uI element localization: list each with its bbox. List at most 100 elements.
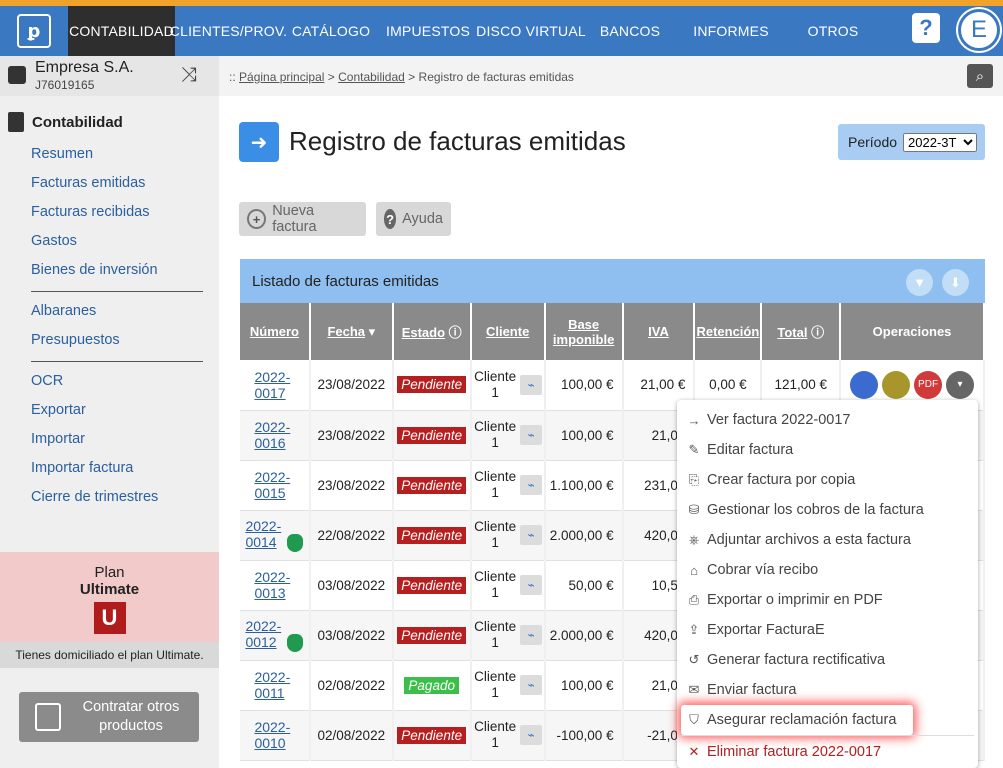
col-estado[interactable]: Estado ⓘ [392,303,472,360]
col-numero[interactable]: Número [240,303,311,360]
menu-item[interactable]: ⎘ Crear factura por copia [681,465,974,495]
base-imponible: 100,00 € [544,360,624,411]
base-imponible: 2.000,00 € [544,610,624,661]
invoice-number-link[interactable]: 2022-0017 [254,369,294,401]
col-retencion[interactable]: Retención [694,303,763,360]
search-icon[interactable]: ⌕ [967,64,993,88]
sidebar-item-resumen[interactable]: Resumen [31,146,93,162]
nav-clientes-prov[interactable]: CLIENTES/PROV. [170,6,287,56]
menu-item[interactable]: ✎ Editar factura [681,435,974,465]
menu-item[interactable]: ✕ Eliminar factura 2022-0017 [681,737,974,767]
sidebar-item-cierre-trimestres[interactable]: Cierre de trimestres [31,489,158,505]
menu-item[interactable]: ⇪ Exportar FacturaE [681,615,974,645]
client-name[interactable]: Cliente 1 [473,719,517,751]
status-badge[interactable]: Pendiente [397,726,467,744]
client-name[interactable]: Cliente 1 [473,669,517,701]
sidebar-item-importar-factura[interactable]: Importar factura [31,460,133,476]
help-icon[interactable]: ? [912,13,940,43]
status-badge[interactable]: Pendiente [397,376,467,394]
client-name[interactable]: Cliente 1 [473,369,517,401]
trend-icon[interactable]: ⌁ [520,675,543,695]
nav-otros[interactable]: OTROS [788,6,878,56]
sidebar-item-albaranes[interactable]: Albaranes [31,303,96,319]
period-select[interactable]: 2022-3T [903,132,978,152]
client-name[interactable]: Cliente 1 [473,519,517,551]
invoice-number-link[interactable]: 2022-0014 [245,518,285,550]
sidebar-divider [31,291,203,292]
status-badge[interactable]: Pendiente [397,626,467,644]
operations-menu: → Ver factura 2022-0017 ✎ Editar factura ⎘ Cr… [677,400,978,768]
chevron-down-icon[interactable]: ▾ [946,370,975,399]
menu-item[interactable]: ⎙ Exportar o imprimir en PDF [681,585,974,615]
breadcrumb-contabilidad[interactable]: Contabilidad [338,70,405,84]
nav-informes[interactable]: INFORMES [674,6,788,56]
sidebar-item-importar[interactable]: Importar [31,431,85,447]
menu-item[interactable]: ⎈ Adjuntar archivos a esta factura [681,525,974,555]
invoice-date: 23/08/2022 [309,410,394,461]
nav-bancos[interactable]: BANCOS [586,6,674,56]
trend-icon[interactable]: ⌁ [520,425,543,445]
shield-icon: ⛉ [689,712,699,727]
client-name[interactable]: Cliente 1 [473,569,517,601]
col-base-imponible[interactable]: Base imponible [544,303,624,360]
user-avatar[interactable]: E [958,9,1000,51]
invoice-number-link[interactable]: 2022-0010 [254,719,294,751]
nav-contabilidad[interactable]: CONTABILIDAD [68,6,175,56]
status-badge[interactable]: Pendiente [397,476,467,494]
filter-icon[interactable]: ▼ [906,269,933,296]
sidebar-item-facturas-recibidas[interactable]: Facturas recibidas [31,204,149,220]
sidebar-item-gastos[interactable]: Gastos [31,233,77,249]
trend-icon[interactable]: ⌁ [520,525,543,545]
print-icon: ⎙ [688,592,700,607]
paperclip-icon[interactable] [850,370,879,399]
col-fecha[interactable]: Fecha ▾ [309,303,394,360]
sidebar-item-bienes-inversion[interactable]: Bienes de inversión [31,262,158,278]
trend-icon[interactable]: ⌁ [520,475,543,495]
invoice-number-link[interactable]: 2022-0016 [254,419,294,451]
client-name[interactable]: Cliente 1 [473,469,517,501]
sidebar-item-ocr[interactable]: OCR [31,373,63,389]
col-iva[interactable]: IVA [622,303,696,360]
breadcrumb-home[interactable]: Página principal [239,70,324,84]
col-cliente[interactable]: Cliente [470,303,546,360]
menu-item[interactable]: ⌂ Cobrar vía recibo [681,555,974,585]
status-badge[interactable]: Pendiente [397,526,467,544]
app-logo[interactable]: ꝑ [0,6,68,56]
nav-catalogo[interactable]: CATÁLOGO [282,6,380,56]
status-badge[interactable]: Pagado [404,676,459,694]
invoice-number-link[interactable]: 2022-0015 [254,469,294,501]
buy-products-button[interactable]: Contratar otros productos [19,692,199,742]
trend-icon[interactable]: ⌁ [520,374,543,395]
menu-item[interactable]: → Ver factura 2022-0017 [681,405,974,435]
sidebar-item-exportar[interactable]: Exportar [31,402,86,418]
trend-icon[interactable]: ⌁ [520,625,543,645]
invoice-number-link[interactable]: 2022-0012 [245,618,285,650]
invoice-number-link[interactable]: 2022-0013 [254,569,294,601]
new-invoice-button[interactable]: + Nueva factura [239,202,366,236]
download-icon[interactable]: ⬇ [942,269,969,296]
status-badge[interactable]: Pendiente [397,426,467,444]
coins-icon[interactable] [882,370,911,399]
menu-item[interactable]: ↺ Generar factura rectificativa [681,645,974,675]
help-button[interactable]: ? Ayuda [376,202,451,236]
menu-item[interactable]: ✉ Enviar factura [681,675,974,705]
menu-item[interactable]: ⛁ Gestionar los cobros de la factura [681,495,974,525]
coins-icon: ⛁ [688,502,700,517]
pdf-icon[interactable]: PDF [914,370,943,399]
nav-impuestos[interactable]: IMPUESTOS [380,6,476,56]
sidebar-item-facturas-emitidas[interactable]: Facturas emitidas [31,175,145,191]
trend-icon[interactable]: ⌁ [520,575,543,595]
nav-disco-virtual[interactable]: DISCO VIRTUAL [476,6,586,56]
switch-company-icon[interactable]: ⤨ [181,64,197,87]
col-total[interactable]: Total ⓘ [761,303,842,360]
invoice-date: 22/08/2022 [309,510,394,561]
status-badge[interactable]: Pendiente [397,576,467,594]
invoice-number-link[interactable]: 2022-0011 [254,669,294,701]
company-selector[interactable]: Empresa S.A. J76019165 ⤨ [0,56,219,96]
sidebar-item-presupuestos[interactable]: Presupuestos [31,332,120,348]
pencil-icon: ✎ [688,442,700,457]
client-name[interactable]: Cliente 1 [473,619,517,651]
client-name[interactable]: Cliente 1 [473,419,517,451]
menu-item[interactable]: ⛉ Asegurar reclamación factura [681,705,913,735]
trend-icon[interactable]: ⌁ [520,725,543,745]
